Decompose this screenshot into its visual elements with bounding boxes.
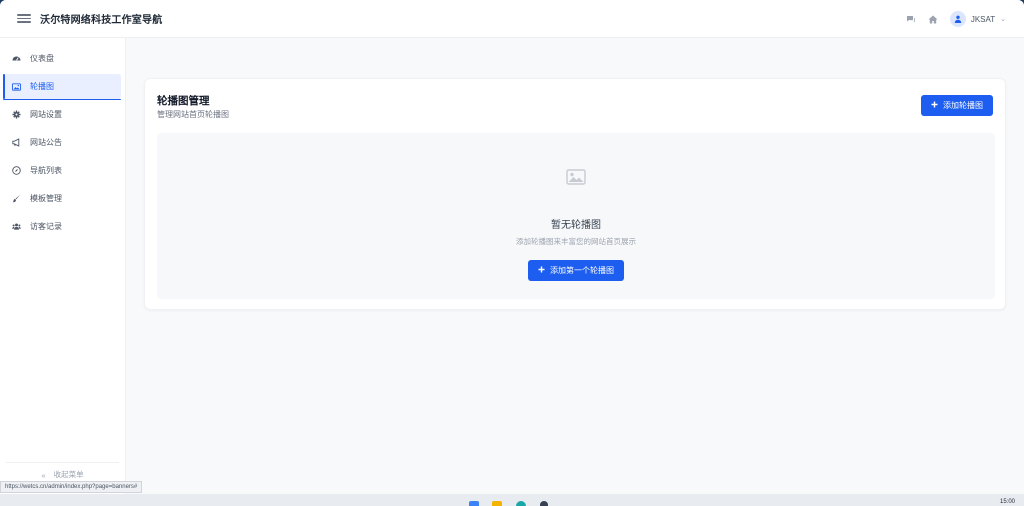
sidebar-item-label: 仪表盘 — [30, 54, 54, 63]
taskbar-clock: 15:00 — [999, 499, 1015, 505]
empty-state: 暂无轮播图 添加轮播图来丰富您的网站首页展示 添加第一个轮播图 — [157, 133, 995, 299]
image-icon — [12, 82, 21, 91]
plus-icon — [538, 266, 545, 275]
status-bar-url: https://wetcs.cn/admin/index.php?page=ba… — [0, 481, 143, 493]
chat-icon[interactable] — [906, 14, 916, 24]
app-icon[interactable] — [540, 501, 548, 506]
sidebar-item-label: 网站设置 — [30, 110, 62, 119]
image-placeholder-icon — [566, 169, 586, 185]
collapse-menu-button[interactable]: « 收起菜单 — [6, 462, 119, 480]
add-banner-button[interactable]: 添加轮播图 — [921, 95, 993, 116]
compass-icon — [12, 166, 21, 175]
topbar-actions: JKSAT ⌄ — [906, 0, 1006, 38]
sidebar-item-label: 轮播图 — [30, 82, 54, 91]
users-icon — [12, 222, 21, 231]
megaphone-icon — [12, 138, 21, 147]
sidebar-item-visitors[interactable]: 访客记录 — [3, 214, 121, 239]
site-title: 沃尔特网络科技工作室导航 — [40, 15, 163, 26]
sidebar-item-site-settings[interactable]: 网站设置 — [3, 102, 121, 127]
add-banner-label: 添加轮播图 — [943, 101, 983, 110]
sidebar-item-announcements[interactable]: 网站公告 — [3, 130, 121, 155]
brush-icon — [12, 194, 21, 203]
empty-state-description: 添加轮播图来丰富您的网站首页展示 — [516, 237, 636, 246]
plus-icon — [931, 101, 938, 110]
os-taskbar: 15:00 — [0, 494, 1024, 506]
file-explorer-icon[interactable] — [492, 501, 502, 506]
banner-management-card: 轮播图管理 管理网站首页轮播图 添加轮播图 暂无轮播图 添加轮播图来丰富您的网站… — [144, 78, 1006, 310]
sidebar-item-label: 网站公告 — [30, 138, 62, 147]
sidebar-item-dashboard[interactable]: 仪表盘 — [3, 46, 121, 71]
top-navbar: 沃尔特网络科技工作室导航 JKSAT ⌄ — [0, 0, 1024, 38]
gear-icon — [12, 110, 21, 119]
sidebar-item-banners[interactable]: 轮播图 — [3, 74, 121, 100]
sidebar-item-label: 模板管理 — [30, 194, 62, 203]
browser-icon[interactable] — [516, 501, 526, 506]
sidebar-item-label: 导航列表 — [30, 166, 62, 175]
browser-window: 沃尔特网络科技工作室导航 JKSAT ⌄ 仪表盘 轮播图 网站设置 网站公告 导… — [0, 0, 1024, 494]
windows-start-icon[interactable] — [469, 501, 479, 506]
user-icon — [949, 11, 966, 27]
double-chevron-left-icon: « — [41, 471, 46, 480]
sidebar: 仪表盘 轮播图 网站设置 网站公告 导航列表 模板管理 访客记录 « 收起菜单 — [0, 38, 126, 494]
home-icon[interactable] — [928, 14, 938, 24]
main-content: 轮播图管理 管理网站首页轮播图 添加轮播图 暂无轮播图 添加轮播图来丰富您的网站… — [126, 38, 1024, 494]
sidebar-item-nav-list[interactable]: 导航列表 — [3, 158, 121, 183]
username: JKSAT — [970, 14, 996, 24]
collapse-menu-label: 收起菜单 — [53, 470, 84, 479]
add-first-banner-button[interactable]: 添加第一个轮播图 — [528, 260, 624, 281]
sidebar-item-templates[interactable]: 模板管理 — [3, 186, 121, 211]
sidebar-item-label: 访客记录 — [30, 222, 62, 231]
empty-state-title: 暂无轮播图 — [551, 220, 601, 231]
chevron-down-icon: ⌄ — [1000, 16, 1006, 23]
dashboard-icon — [12, 54, 21, 63]
sidebar-nav: 仪表盘 轮播图 网站设置 网站公告 导航列表 模板管理 访客记录 — [0, 38, 125, 239]
page-subtitle: 管理网站首页轮播图 — [157, 110, 229, 119]
add-first-banner-label: 添加第一个轮播图 — [550, 266, 614, 275]
menu-icon[interactable] — [17, 14, 31, 23]
user-menu[interactable]: JKSAT ⌄ — [949, 11, 1006, 27]
page-title: 轮播图管理 — [157, 95, 210, 107]
